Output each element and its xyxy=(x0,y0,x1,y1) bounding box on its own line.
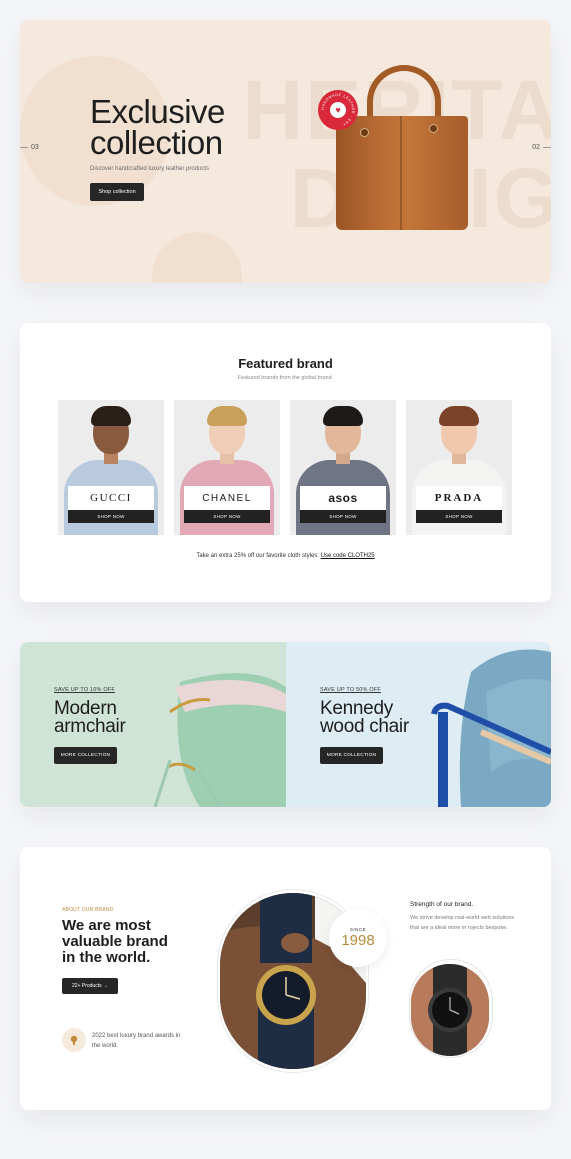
handmade-seal-badge: HANDMADE LEATHER · EST · ♥ xyxy=(318,90,358,130)
section-subtitle: Featured brands from the global brand. xyxy=(237,375,334,381)
shop-collection-button[interactable]: Shop collection xyxy=(90,183,144,201)
black-watch-image xyxy=(411,964,489,1056)
brand-logo-gucci: GUCCI xyxy=(68,486,154,510)
award-icon xyxy=(62,1028,86,1052)
more-collection-button[interactable]: MORE COLLECTION xyxy=(54,747,117,764)
brand-logo-asos: asos xyxy=(300,486,386,510)
chair-title: Kennedy wood chair xyxy=(320,698,409,737)
brand-logo-prada: PRADA xyxy=(416,486,502,510)
promo-panel-modern-armchair[interactable]: SAVE UP TO 10% OFF Modern armchair MORE C… xyxy=(20,642,286,807)
since-year: 1998 xyxy=(341,932,375,949)
hero-title-line: collection xyxy=(90,124,223,161)
featured-brand-section: Featured brand Featured brands from the … xyxy=(20,323,551,602)
hero-subtitle: Discover handcrafted luxury leather prod… xyxy=(90,166,210,172)
since-badge: SINCE 1998 xyxy=(329,909,387,967)
about-tag: ABOUT OUR BRAND xyxy=(62,907,114,913)
hero-banner: HERITA DESIG 03 02 Exclusive collection … xyxy=(20,20,551,283)
promo-text: Take an extra 25% off our favorite cloth… xyxy=(196,553,375,559)
chair-discount-tag: SAVE UP TO 10% OFF xyxy=(54,687,115,693)
strength-text: We strive develop real-world web solutio… xyxy=(410,915,515,931)
shop-now-button[interactable]: SHOP NOW xyxy=(184,510,270,523)
shop-now-button[interactable]: SHOP NOW xyxy=(300,510,386,523)
brand-logo-chanel: CHANEL xyxy=(184,486,270,510)
seal-ring-text: HANDMADE LEATHER · EST · xyxy=(321,93,355,127)
products-button[interactable]: 22+ Products → xyxy=(62,978,118,994)
svg-text:HANDMADE LEATHER · EST ·: HANDMADE LEATHER · EST · xyxy=(321,93,355,127)
decorative-circle xyxy=(152,232,242,283)
shop-now-button[interactable]: SHOP NOW xyxy=(416,510,502,523)
hero-title: Exclusive collection xyxy=(90,95,225,161)
promo-code-link[interactable]: Use code CLOTH25 xyxy=(321,553,375,559)
slide-prev-indicator[interactable]: 03 xyxy=(20,144,39,151)
section-title: Featured brand xyxy=(238,356,333,371)
chair-promo-section: SAVE UP TO 10% OFF Modern armchair MORE C… xyxy=(20,642,551,807)
about-brand-section: ABOUT OUR BRAND We are most valuable bra… xyxy=(20,847,551,1110)
award-text: 2022 best luxury brand awards in the wor… xyxy=(92,1033,181,1049)
about-title: We are most valuable brand in the world. xyxy=(62,917,168,966)
brand-card-prada[interactable]: PRADA SHOP NOW xyxy=(406,400,512,535)
brand-card-chanel[interactable]: CHANEL SHOP NOW xyxy=(174,400,280,535)
brand-card-gucci[interactable]: GUCCI SHOP NOW xyxy=(58,400,164,535)
chair-title: Modern armchair xyxy=(54,698,126,737)
chair-discount-tag: SAVE UP TO 50% OFF xyxy=(320,687,381,693)
promo-panel-kennedy-chair[interactable]: SAVE UP TO 50% OFF Kennedy wood chair MOR… xyxy=(286,642,551,807)
shop-now-button[interactable]: SHOP NOW xyxy=(68,510,154,523)
more-collection-button[interactable]: MORE COLLECTION xyxy=(320,747,383,764)
brand-card-asos[interactable]: asos SHOP NOW xyxy=(290,400,396,535)
slide-next-indicator[interactable]: 02 xyxy=(532,144,551,151)
arrow-right-icon: → xyxy=(103,983,108,989)
strength-title: Strength of our brand. xyxy=(410,901,474,908)
